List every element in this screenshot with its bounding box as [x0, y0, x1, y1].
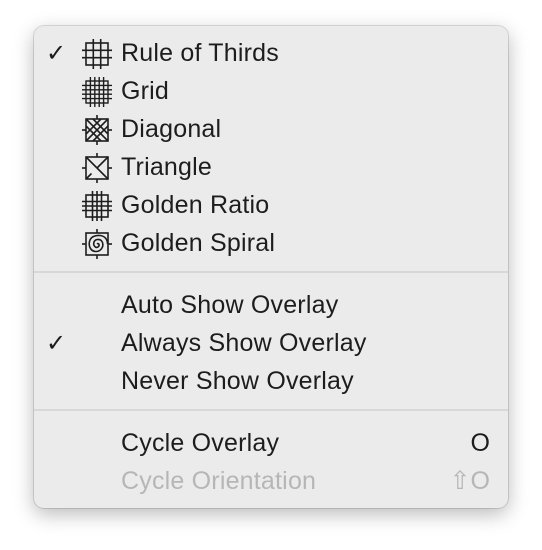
menu-item-never-show-overlay[interactable]: Never Show Overlay	[34, 362, 508, 400]
menu-item-always-show-overlay[interactable]: ✓ Always Show Overlay	[34, 324, 508, 362]
keyboard-shortcut: ⇧O	[449, 467, 490, 495]
menu-item-label: Always Show Overlay	[121, 329, 367, 357]
overlay-context-menu: ✓ Rule of Thirds Grid Diagonal Triangle …	[34, 26, 508, 508]
menu-item-label: Golden Ratio	[121, 191, 270, 219]
golden-ratio-icon	[81, 191, 113, 221]
menu-item-golden-spiral[interactable]: Golden Spiral	[34, 224, 508, 262]
menu-item-label: Grid	[121, 77, 170, 105]
golden-spiral-icon	[81, 229, 113, 259]
diagonal-icon	[81, 115, 113, 145]
menu-item-label: Golden Spiral	[121, 229, 276, 257]
triangle-icon	[81, 153, 113, 183]
menu-item-rule-of-thirds[interactable]: ✓ Rule of Thirds	[34, 34, 508, 72]
menu-item-label: Triangle	[121, 153, 212, 181]
menu-item-golden-ratio[interactable]: Golden Ratio	[34, 186, 508, 224]
grid-icon	[81, 77, 113, 107]
menu-item-auto-show-overlay[interactable]: Auto Show Overlay	[34, 286, 508, 324]
menu-item-label: Diagonal	[121, 115, 222, 143]
menu-item-label: Auto Show Overlay	[121, 291, 339, 319]
menu-item-cycle-orientation: Cycle Orientation ⇧O	[34, 462, 508, 500]
menu-item-cycle-overlay[interactable]: Cycle Overlay O	[34, 424, 508, 462]
checkmark-icon: ✓	[46, 329, 67, 357]
menu-item-label: Cycle Overlay	[121, 429, 280, 457]
rule-of-thirds-icon	[81, 39, 113, 69]
menu-item-grid[interactable]: Grid	[34, 72, 508, 110]
menu-item-triangle[interactable]: Triangle	[34, 148, 508, 186]
menu-item-label: Rule of Thirds	[121, 39, 279, 67]
menu-item-label: Cycle Orientation	[121, 467, 317, 495]
menu-item-label: Never Show Overlay	[121, 367, 354, 395]
checkmark-icon: ✓	[46, 39, 67, 67]
menu-separator	[34, 409, 508, 411]
keyboard-shortcut: O	[470, 429, 490, 457]
menu-separator	[34, 271, 508, 273]
menu-item-diagonal[interactable]: Diagonal	[34, 110, 508, 148]
